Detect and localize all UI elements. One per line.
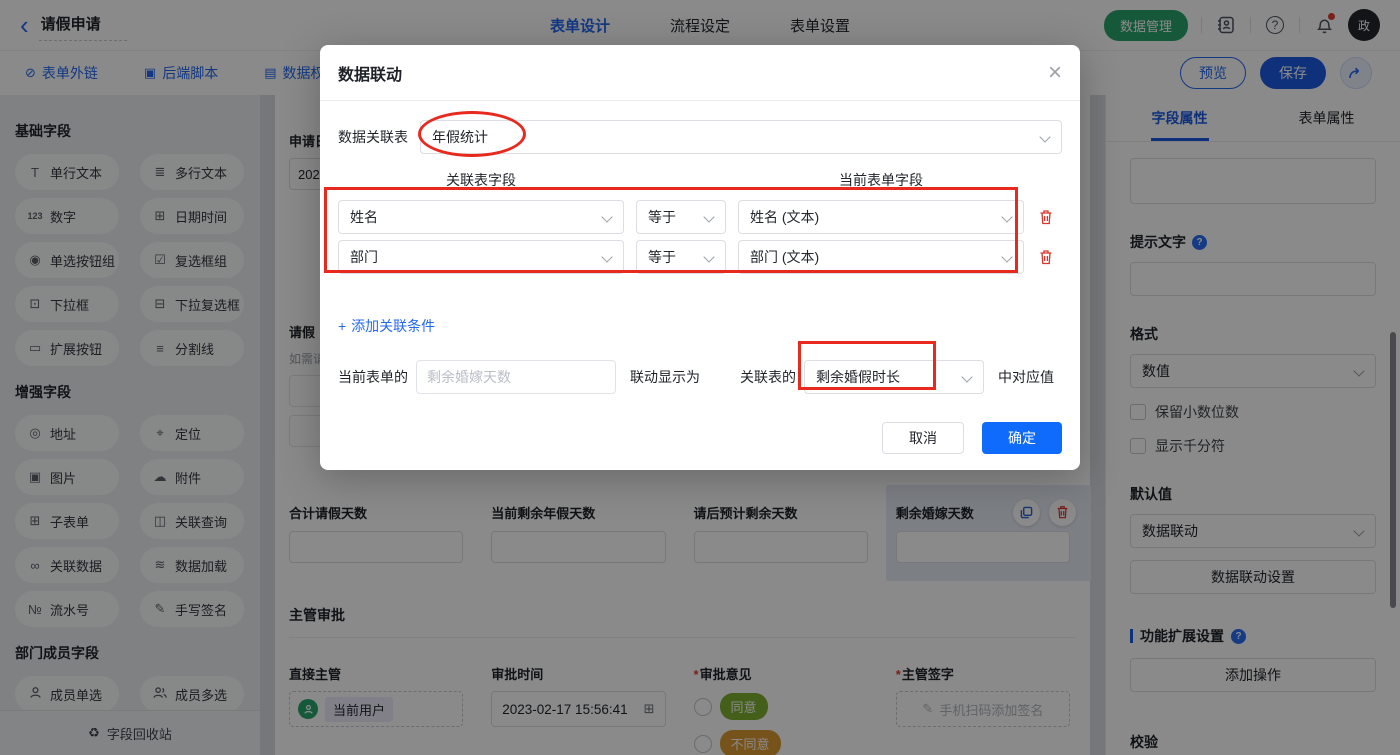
linked-table-label: 数据关联表 <box>338 129 408 145</box>
condition-headers: 关联表字段 当前表单字段 <box>338 170 1062 190</box>
linked-field-column-header: 关联表字段 <box>446 172 516 188</box>
linked-table-select[interactable]: 年假统计 <box>420 120 1062 154</box>
current-field-select[interactable]: 部门 (文本) <box>738 240 1024 274</box>
delete-condition-button[interactable] <box>1036 209 1056 225</box>
target-field-input[interactable] <box>416 360 616 394</box>
display-as-label: 联动显示为 <box>630 369 700 385</box>
related-field-select[interactable]: 剩余婚假时长 <box>804 360 984 394</box>
plus-icon: + <box>338 318 347 334</box>
linked-field-select[interactable]: 部门 <box>338 240 624 274</box>
current-field-column-header: 当前表单字段 <box>839 172 923 188</box>
delete-condition-button[interactable] <box>1036 249 1056 265</box>
modal-header: 数据联动 × <box>320 45 1080 101</box>
trash-icon <box>1040 250 1052 265</box>
related-table-label: 关联表的 <box>740 369 796 385</box>
condition-row: 部门 等于 部门 (文本) <box>338 240 1062 274</box>
add-condition-link[interactable]: + 添加关联条件 <box>338 316 435 336</box>
current-form-label: 当前表单的 <box>338 369 408 385</box>
trash-icon <box>1040 210 1052 225</box>
condition-row: 姓名 等于 姓名 (文本) <box>338 200 1062 234</box>
operator-select[interactable]: 等于 <box>636 240 726 274</box>
app-root: ‹ 请假申请 表单设计 流程设定 表单设置 数据管理 ? 政 ⊘ 表单外链 ▣ … <box>0 0 1400 755</box>
modal-title: 数据联动 <box>338 66 403 84</box>
confirm-button[interactable]: 确定 <box>982 422 1062 454</box>
close-icon[interactable]: × <box>1048 60 1062 85</box>
modal-body: 数据关联表 年假统计 关联表字段 当前表单字段 姓名 等于 姓名 (文本) 部门… <box>320 101 1080 470</box>
operator-select[interactable]: 等于 <box>636 200 726 234</box>
linkage-mapping-row: 当前表单的 联动显示为 关联表的 剩余婚假时长 中对应值 <box>338 360 1062 394</box>
modal-footer: 取消 确定 <box>338 422 1062 454</box>
data-linkage-modal: 数据联动 × 数据关联表 年假统计 关联表字段 当前表单字段 姓名 等于 姓名 … <box>320 45 1080 470</box>
corresponding-value-label: 中对应值 <box>998 369 1054 385</box>
linked-field-select[interactable]: 姓名 <box>338 200 624 234</box>
current-field-select[interactable]: 姓名 (文本) <box>738 200 1024 234</box>
cancel-button[interactable]: 取消 <box>882 422 964 454</box>
